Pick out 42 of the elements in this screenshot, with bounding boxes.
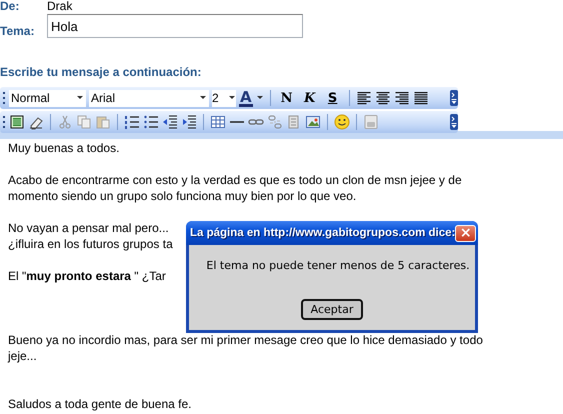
underline-button[interactable]: S <box>322 90 343 106</box>
align-center-icon[interactable] <box>374 90 391 106</box>
table-icon[interactable] <box>210 114 226 130</box>
bold-button[interactable]: N <box>276 90 297 106</box>
close-button[interactable]: × <box>455 224 476 242</box>
grid-icon[interactable] <box>9 114 25 130</box>
align-right-icon[interactable] <box>394 90 410 106</box>
section-label: Escribe tu mensaje a continuación: <box>0 65 202 79</box>
italic-button[interactable]: K <box>300 90 320 106</box>
dialog-title: La página en http://www.gabitogrupos.com dice: <box>189 227 456 239</box>
toolbar-options-icon[interactable] <box>450 114 458 130</box>
toolbar-grip-icon[interactable] <box>2 90 6 106</box>
text-line: No vayan a pensar mal pero... <box>8 220 169 236</box>
dropdown[interactable]: 2 <box>212 90 236 106</box>
alert-message: El tema no puede tener menos de 5 caracteres. <box>205 259 470 272</box>
dropdown[interactable]: Normal <box>9 90 86 106</box>
text-line: Acabo de encontrarme con esto y la verdad es que es todo un clon de msn jejee y de <box>8 172 462 188</box>
text-line: ¿ifluira en los futuros grupos ta <box>8 236 173 252</box>
unlink-icon[interactable] <box>267 114 283 130</box>
justify-icon[interactable] <box>412 90 429 106</box>
toolbar-grip-icon[interactable] <box>2 114 6 130</box>
image-icon[interactable] <box>305 114 321 130</box>
bullet-list-icon[interactable] <box>143 114 159 130</box>
text-line: El "muy pronto estara " ¿Tar <box>8 268 166 284</box>
smiley-icon[interactable] <box>334 114 350 130</box>
sender-name: Drak <box>47 0 74 12</box>
outdent-icon[interactable] <box>162 114 178 130</box>
text-line: Muy buenas a todos. <box>8 140 120 156</box>
font-color-button[interactable]: A <box>239 90 253 106</box>
accept-button[interactable]: Aceptar <box>301 299 363 320</box>
dropdown[interactable]: Arial <box>89 90 209 106</box>
subject-field[interactable]: Hola <box>47 14 303 38</box>
toolbar-options-icon[interactable] <box>450 90 458 106</box>
numbered-list-icon[interactable] <box>124 114 140 130</box>
text-line: momento siendo un grupo solo funciona muy bien por lo que veo. <box>8 188 356 204</box>
align-left-icon[interactable] <box>356 90 372 106</box>
text-line: jeje... <box>8 348 37 364</box>
indent-icon[interactable] <box>181 114 197 130</box>
text-line: Bueno ya no incordio mas, para ser mi primer mesage creo que lo hice demasiado y todo <box>8 332 483 348</box>
text-line: Saludos a toda gente de buena fe. <box>8 396 192 412</box>
field-label: De: <box>0 0 20 12</box>
field-label: Tema: <box>0 25 36 38</box>
